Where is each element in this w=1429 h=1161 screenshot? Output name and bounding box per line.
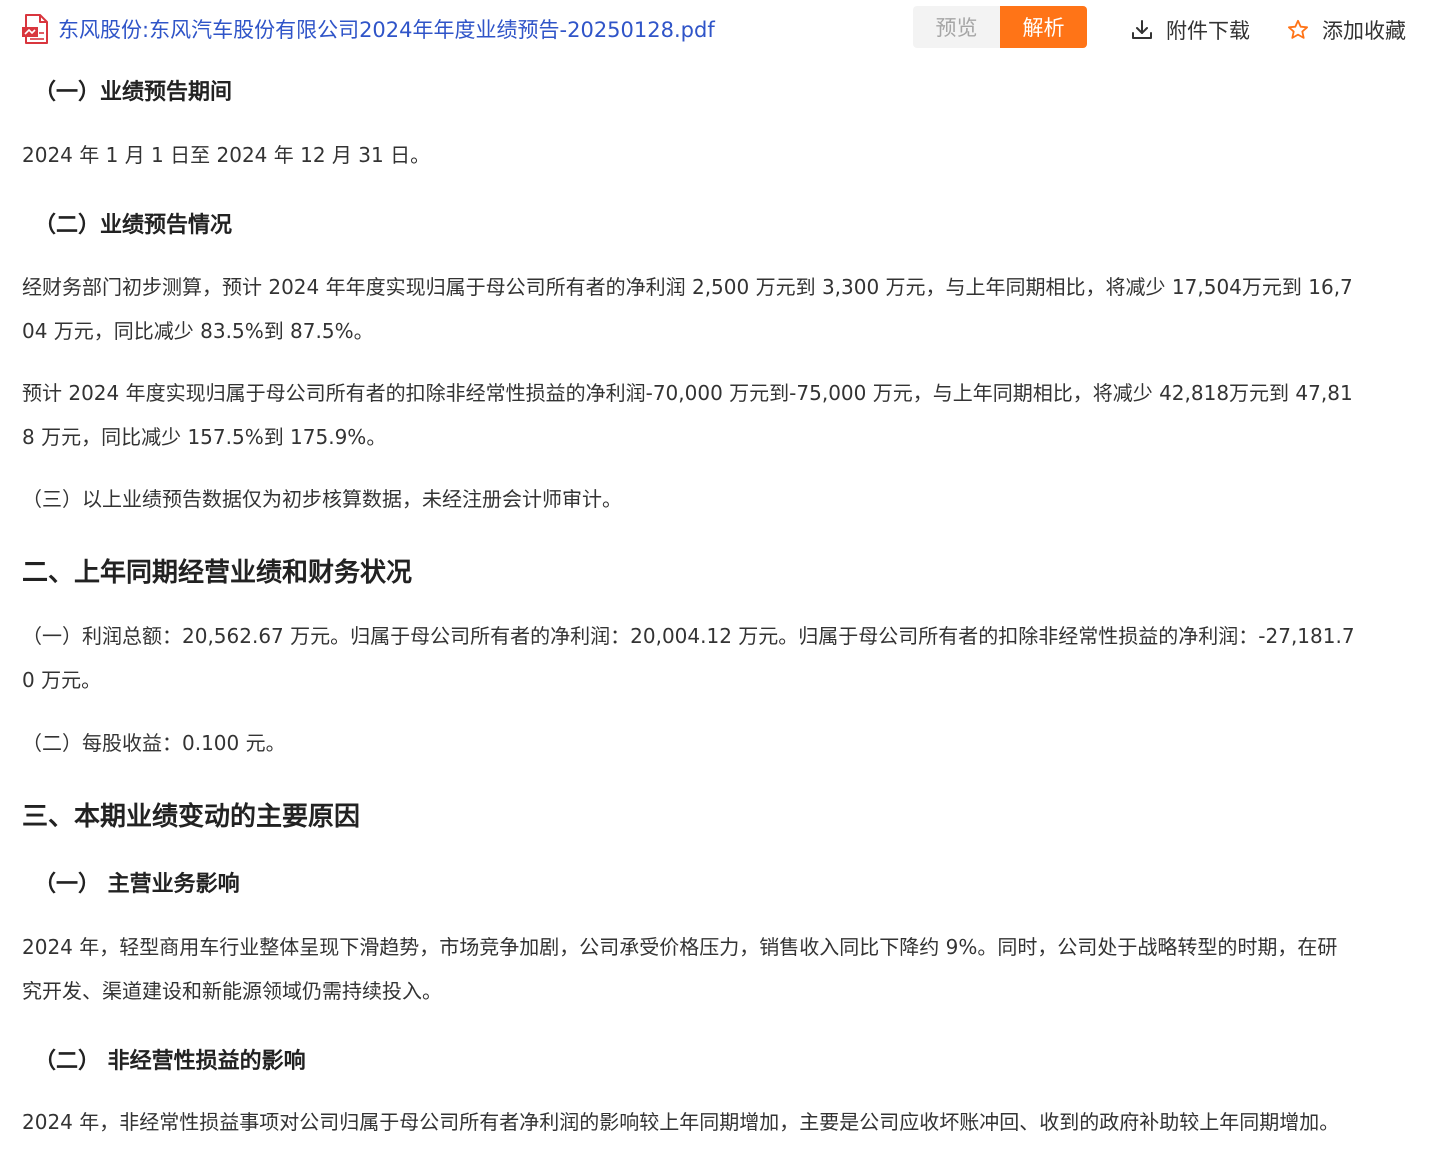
paragraph-line: 8 万元，同比减少 157.5%到 175.9%。	[22, 425, 387, 449]
section-heading-forecast-period: （一）业绩预告期间	[34, 80, 233, 105]
paragraph-line: 究开发、渠道建设和新能源领域仍需持续投入。	[22, 979, 442, 1003]
section-heading-forecast-details: （二）业绩预告情况	[34, 213, 233, 238]
paragraph-main-business: 2024 年，轻型商用车行业整体呈现下滑趋势，市场竞争加剧，公司承受价格压力，销…	[22, 925, 1402, 1013]
paragraph-net-profit-forecast: 经财务部门初步测算，预计 2024 年年度实现归属于母公司所有者的净利润 2,5…	[22, 265, 1402, 353]
paragraph-line: 0 万元。	[22, 668, 102, 692]
paragraph-prior-year-profit: （一）利润总额：20,562.67 万元。归属于母公司所有者的净利润：20,00…	[22, 614, 1402, 702]
chapter-heading-change-reasons: 三、本期业绩变动的主要原因	[22, 802, 361, 832]
paragraph-line: 2024 年，轻型商用车行业整体呈现下滑趋势，市场竞争加剧，公司承受价格压力，销…	[22, 935, 1338, 959]
paragraph-line: 04 万元，同比减少 83.5%到 87.5%。	[22, 319, 374, 343]
paragraph-line: （一）利润总额：20,562.67 万元。归属于母公司所有者的净利润：20,00…	[22, 624, 1355, 648]
section-heading-non-operating: （二） 非经营性损益的影响	[34, 1049, 306, 1074]
paragraph-adjusted-profit-forecast: 预计 2024 年度实现归属于母公司所有者的扣除非经常性损益的净利润-70,00…	[22, 371, 1402, 459]
paragraph-line: （二）每股收益：0.100 元。	[22, 731, 286, 755]
paragraph-forecast-period: 2024 年 1 月 1 日至 2024 年 12 月 31 日。	[22, 133, 1402, 177]
paragraph-non-operating: 2024 年，非经常性损益事项对公司归属于母公司所有者净利润的影响较上年同期增加…	[22, 1100, 1402, 1144]
paragraph-line: 2024 年，非经常性损益事项对公司归属于母公司所有者净利润的影响较上年同期增加…	[22, 1110, 1340, 1134]
paragraph-line: 2024 年 1 月 1 日至 2024 年 12 月 31 日。	[22, 143, 431, 167]
paragraph-line: 预计 2024 年度实现归属于母公司所有者的扣除非经常性损益的净利润-70,00…	[22, 381, 1353, 405]
parsed-document-content: （一）业绩预告期间 2024 年 1 月 1 日至 2024 年 12 月 31…	[0, 0, 1429, 1161]
paragraph-line: （三）以上业绩预告数据仅为初步核算数据，未经注册会计师审计。	[22, 487, 622, 511]
paragraph-audit-note: （三）以上业绩预告数据仅为初步核算数据，未经注册会计师审计。	[22, 477, 1402, 521]
section-heading-main-business: （一） 主营业务影响	[34, 872, 240, 897]
paragraph-earnings-per-share: （二）每股收益：0.100 元。	[22, 721, 1402, 765]
paragraph-line: 经财务部门初步测算，预计 2024 年年度实现归属于母公司所有者的净利润 2,5…	[22, 275, 1353, 299]
chapter-heading-prior-year: 二、上年同期经营业绩和财务状况	[22, 558, 413, 588]
